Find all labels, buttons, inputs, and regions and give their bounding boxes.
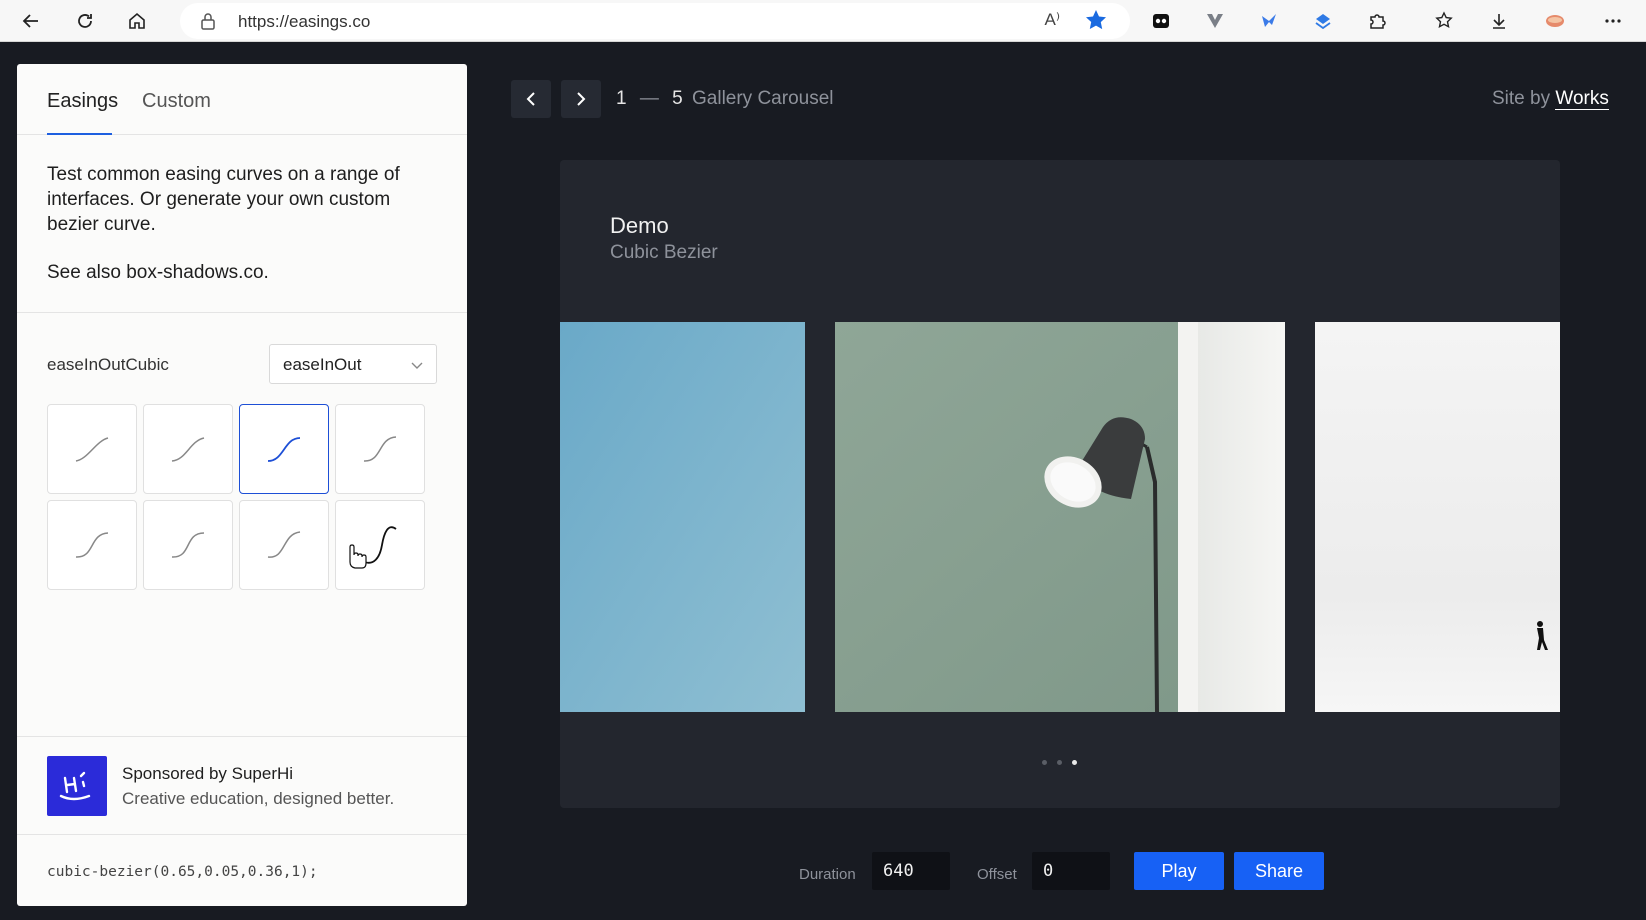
read-aloud-icon[interactable]: A⁾	[1044, 10, 1060, 30]
demo-counter: 1 — 5	[616, 88, 684, 110]
chevron-down-icon	[411, 362, 423, 369]
pagination-dot[interactable]	[1042, 760, 1047, 765]
site-credit: Site by Works	[1492, 88, 1609, 110]
cubic-bezier-code[interactable]: cubic-bezier(0.65,0.05,0.36,1);	[47, 864, 318, 880]
more-icon	[1605, 19, 1621, 23]
arrow-left-icon	[22, 14, 38, 28]
divider	[17, 834, 467, 835]
extension-layers-button[interactable]	[1308, 7, 1338, 35]
sponsor-subtitle: Creative education, designed better.	[122, 789, 395, 808]
curve-quint-icon	[75, 532, 109, 558]
curve-quart-icon	[363, 436, 397, 462]
counter-total: 5	[672, 88, 684, 109]
previous-demo-button[interactable]	[511, 80, 551, 118]
curve-quad-icon	[171, 437, 205, 462]
extension-v-button[interactable]	[1200, 7, 1230, 35]
address-bar[interactable]: https://easings.co A⁾	[180, 3, 1130, 39]
refresh-icon	[78, 14, 92, 28]
next-demo-button[interactable]	[561, 80, 601, 118]
carousel-slide-lamp[interactable]	[835, 322, 1285, 712]
duration-input[interactable]: 640	[872, 852, 950, 890]
curve-option-sine[interactable]	[47, 404, 137, 494]
profile-avatar-icon	[1546, 15, 1564, 27]
chevron-right-icon	[577, 92, 586, 106]
easing-type-select[interactable]: easeInOut	[269, 344, 437, 384]
stage-subtitle: Cubic Bezier	[610, 242, 718, 263]
easings-panel: Easings Custom Test common easing curves…	[17, 64, 467, 906]
more-menu-button[interactable]	[1598, 7, 1628, 35]
stage-title: Demo	[610, 213, 669, 238]
extension-face-icon	[1153, 14, 1169, 28]
sponsor-title[interactable]: Sponsored by SuperHi	[122, 764, 293, 784]
layers-icon	[1315, 14, 1331, 30]
superhi-logo[interactable]	[47, 756, 107, 816]
snow-walker-image	[1315, 322, 1560, 712]
curve-option-cubic[interactable]	[239, 404, 329, 494]
offset-label: Offset	[977, 866, 1017, 883]
superhi-logo-icon	[59, 771, 91, 801]
curve-back-icon	[349, 526, 397, 569]
offset-input[interactable]: 0	[1032, 852, 1110, 890]
url-text[interactable]: https://easings.co	[238, 12, 370, 32]
see-also-link[interactable]: See also box-shadows.co.	[47, 262, 269, 284]
tab-easings[interactable]: Easings	[47, 90, 118, 113]
curve-option-circ[interactable]	[239, 500, 329, 590]
easing-name-label: easeInOutCubic	[47, 355, 169, 374]
curve-cubic-icon	[267, 437, 301, 462]
home-icon	[129, 12, 145, 29]
active-tab-indicator	[47, 133, 112, 135]
favorite-star-icon[interactable]	[1084, 8, 1108, 32]
extensions-button[interactable]	[1362, 7, 1392, 35]
play-button[interactable]: Play	[1134, 852, 1224, 890]
curve-option-expo[interactable]	[143, 500, 233, 590]
curve-option-back[interactable]	[335, 500, 425, 590]
back-button[interactable]	[16, 7, 46, 35]
browser-toolbar: https://easings.co A⁾	[0, 0, 1646, 42]
profile-button[interactable]	[1540, 7, 1570, 35]
puzzle-icon	[1370, 14, 1386, 29]
credit-prefix: Site by	[1492, 88, 1551, 109]
curve-sine-icon	[75, 437, 109, 462]
vuejs-devtools-icon	[1207, 14, 1223, 28]
curve-option-quart[interactable]	[335, 404, 425, 494]
curve-option-quint[interactable]	[47, 500, 137, 590]
refresh-button[interactable]	[70, 7, 100, 35]
chevron-left-icon	[526, 92, 535, 106]
carousel-slide-blue[interactable]	[560, 322, 805, 712]
lamp-photo-image	[835, 322, 1285, 712]
demo-name: Gallery Carousel	[692, 88, 834, 109]
pagination-dot[interactable]	[1057, 760, 1062, 765]
divider	[17, 736, 467, 737]
favorites-button[interactable]	[1430, 7, 1460, 35]
home-button[interactable]	[122, 7, 152, 35]
share-button[interactable]: Share	[1234, 852, 1324, 890]
divider	[17, 312, 467, 313]
hand-cursor-icon	[349, 544, 367, 569]
counter-separator: —	[639, 88, 660, 109]
counter-current: 1	[616, 88, 628, 109]
tab-custom[interactable]: Custom	[142, 90, 211, 113]
curve-circ-icon	[267, 531, 301, 558]
favorites-list-icon	[1435, 11, 1453, 29]
downloads-button[interactable]	[1484, 7, 1514, 35]
bird-icon	[1262, 14, 1276, 27]
easing-type-value: easeInOut	[283, 355, 362, 374]
duration-label: Duration	[799, 866, 856, 883]
extension-bird-button[interactable]	[1254, 7, 1284, 35]
carousel-slide-snow[interactable]	[1315, 322, 1560, 712]
extension-button[interactable]	[1146, 7, 1176, 35]
curve-option-quad[interactable]	[143, 404, 233, 494]
curve-expo-icon	[171, 532, 205, 558]
panel-tabs: Easings Custom	[17, 64, 467, 135]
intro-text: Test common easing curves on a range of …	[47, 164, 400, 235]
pagination-dot-active[interactable]	[1072, 760, 1077, 765]
blue-gradient-image	[560, 322, 805, 712]
download-icon	[1493, 14, 1505, 29]
credit-link[interactable]: Works	[1555, 88, 1609, 110]
carousel-pagination	[1042, 760, 1082, 768]
demo-stage: Demo Cubic Bezier	[560, 160, 1560, 808]
lock-icon	[201, 13, 215, 30]
